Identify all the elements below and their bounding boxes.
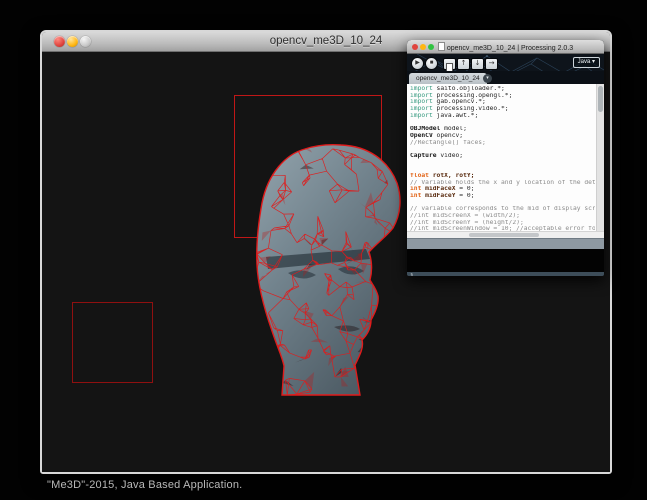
- open-button[interactable]: ↑: [457, 58, 470, 70]
- open-icon: ↑: [458, 59, 469, 68]
- new-sketch-button[interactable]: [443, 58, 456, 70]
- tab-menu-button[interactable]: ▾: [483, 74, 492, 83]
- run-icon: ▶: [412, 58, 423, 69]
- code-editor[interactable]: import saito.objloader.*;import processi…: [407, 84, 604, 231]
- stop-button[interactable]: ■: [425, 57, 438, 70]
- current-line-number: 1: [410, 273, 414, 276]
- mode-selector-java[interactable]: Java ▾: [573, 57, 600, 68]
- ide-window-title: opencv_me3D_10_24 | Processing 2.0.3: [407, 42, 604, 52]
- ide-line-indicator: 1: [407, 272, 604, 276]
- wireframe-head-model: [242, 141, 412, 401]
- stop-icon: ■: [426, 58, 437, 69]
- ide-status-bar: [407, 238, 604, 249]
- vertical-scrollbar-thumb[interactable]: [598, 86, 603, 112]
- horizontal-scrollbar-thumb[interactable]: [469, 233, 539, 237]
- vertical-scrollbar[interactable]: [596, 84, 604, 231]
- run-button[interactable]: ▶: [411, 57, 424, 70]
- tab-opencv-me3d[interactable]: opencv_me3D_10_24: [409, 73, 487, 84]
- save-button[interactable]: ↓: [471, 58, 484, 70]
- ide-tabbar: opencv_me3D_10_24 ▾: [407, 71, 604, 84]
- code-lines: import saito.objloader.*;import processi…: [410, 86, 595, 231]
- ide-titlebar[interactable]: opencv_me3D_10_24 | Processing 2.0.3: [407, 40, 604, 54]
- horizontal-scrollbar[interactable]: [407, 231, 604, 238]
- new-file-icon: [446, 63, 453, 71]
- export-button[interactable]: →: [485, 58, 498, 70]
- ide-toolbar: ▶ ■ ↑ ↓ → Java ▾: [407, 54, 604, 71]
- processing-ide-window: opencv_me3D_10_24 | Processing 2.0.3 ▶ ■: [407, 40, 604, 276]
- save-icon: ↓: [472, 59, 483, 68]
- export-icon: →: [486, 59, 497, 68]
- ide-console: [407, 249, 604, 272]
- photo-background: opencv_me3D_10_24: [0, 0, 647, 500]
- face-detection-rect-lower: [72, 302, 153, 383]
- document-icon: [438, 42, 445, 51]
- photo-caption: "Me3D"-2015, Java Based Application.: [47, 479, 242, 491]
